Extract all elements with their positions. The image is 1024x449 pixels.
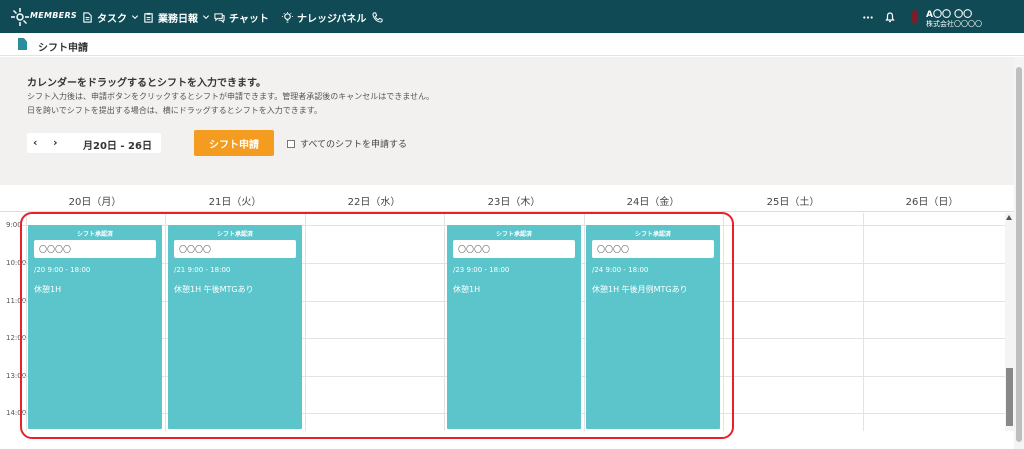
page-title: シフト申請 [38,43,88,54]
day-header: 26日（日） [905,197,959,208]
nav-item-label: 業務日報 [158,13,198,25]
day-header: 25日（土） [766,197,820,208]
document-icon [83,11,92,23]
nav-item-task[interactable]: タスク [82,10,139,25]
clipboard-icon [144,12,153,23]
scroll-up-arrow-icon[interactable] [1006,215,1012,220]
prev-week-button[interactable]: ‹ [33,136,38,149]
nav-item-label: チャット [229,13,269,25]
nav-item-daily-report[interactable]: 業務日報 [143,10,210,25]
scrollbar-thumb[interactable] [1016,67,1022,442]
date-range: 月20日 - 26日 [83,141,152,152]
chat-icon [214,12,225,23]
submit-all-label: すべてのシフトを申請する [300,140,408,150]
instructions-heading: カレンダーをドラッグするとシフトを入力できます。 [27,78,266,89]
submit-all-checkbox[interactable]: すべてのシフトを申請する [287,137,407,150]
day-header: 20日（月） [68,197,122,208]
page-scrollbar[interactable] [1014,57,1024,449]
day-header: 22日（水） [347,197,401,208]
lightbulb-icon [282,11,293,23]
instructions-line: 日を跨いでシフトを提出する場合は、横にドラッグするとシフトを入力できます。 [27,106,322,115]
bell-icon [885,12,895,23]
page-title-bar: シフト申請 [0,33,1024,56]
nav-item-chat[interactable]: チャット [214,10,269,25]
ellipsis-icon [863,15,873,19]
day-header: 23日（木） [487,197,541,208]
day-header: 24日（金） [626,197,680,208]
chevron-down-icon [131,15,139,20]
nav-item-label: タスク [97,13,127,25]
highlight-outline [20,212,734,439]
nav-item-knowledge-panel[interactable]: ナレッジパネル [282,10,367,25]
logo-text: MEMBERS [30,11,77,20]
week-navigator: ‹ › 月20日 - 26日 [27,133,161,153]
calendar-scrollbar[interactable] [1005,213,1014,431]
logo-icon [11,8,29,26]
more-button[interactable] [862,10,874,24]
phone-button[interactable] [372,10,383,24]
checkbox[interactable] [287,139,295,148]
nav-item-label: ナレッジパネル [297,13,367,25]
chevron-down-icon [202,15,210,20]
instructions-panel: カレンダーをドラッグするとシフトを入力できます。 シフト入力後は、申請ボタンをク… [0,57,1014,185]
user-company: 株式会社〇〇〇〇 [926,20,982,28]
calendar-header: 20日（月） 21日（火） 22日（水） 23日（木） 24日（金） 25日（土… [0,185,1014,212]
next-week-button[interactable]: › [53,136,58,149]
app-logo[interactable]: MEMBERS [10,6,77,28]
day-header: 21日（火） [208,197,262,208]
notifications-button[interactable] [884,10,896,24]
document-icon [18,38,27,50]
avatar[interactable] [912,10,918,24]
scrollbar-thumb[interactable] [1006,368,1013,426]
instructions-line: シフト入力後は、申請ボタンをクリックするとシフトが申請できます。管理者承認後のキ… [27,92,434,101]
day-divider [863,213,864,431]
top-nav: MEMBERS タスク 業務日報 チャット ナレッジパネル A〇〇 〇〇 株式会… [0,0,1024,33]
phone-icon [372,11,383,23]
submit-shift-button[interactable]: シフト申請 [194,130,274,156]
